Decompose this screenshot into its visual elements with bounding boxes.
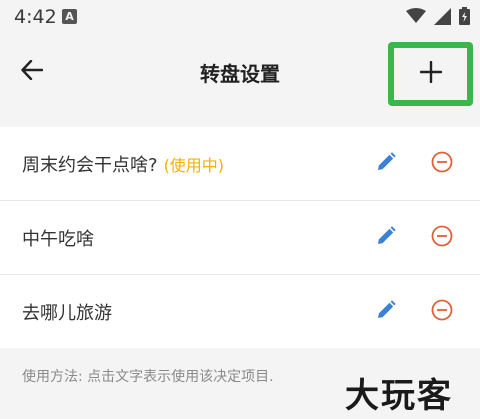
edit-button[interactable] (372, 224, 400, 252)
battery-icon (459, 7, 470, 29)
app-bar: 转盘设置 (0, 34, 480, 114)
list-item-label[interactable]: 去哪儿旅游 (22, 299, 112, 325)
status-time: 4:42 (14, 6, 57, 28)
in-use-badge: (使用中) (163, 155, 225, 175)
list-item[interactable]: 去哪儿旅游 (0, 275, 480, 348)
minus-circle-icon (431, 299, 453, 325)
list-item[interactable]: 中午吃啥 (0, 201, 480, 275)
list-item[interactable]: 周末约会干点啥? (使用中) (0, 127, 480, 201)
pencil-icon (376, 151, 396, 176)
list-item-label[interactable]: 周末约会干点啥? (使用中) (22, 151, 224, 177)
pencil-icon (376, 299, 396, 324)
wifi-icon (406, 8, 426, 28)
remove-button[interactable] (428, 150, 456, 178)
list-item-label[interactable]: 中午吃啥 (22, 225, 94, 251)
status-icons (406, 7, 470, 29)
minus-circle-icon (431, 151, 453, 177)
wheel-list: 周末约会干点啥? (使用中) 中午吃啥 去哪儿旅游 (0, 127, 480, 348)
remove-button[interactable] (428, 224, 456, 252)
add-button[interactable] (388, 42, 473, 106)
signal-icon (434, 7, 451, 29)
edit-button[interactable] (372, 150, 400, 178)
remove-button[interactable] (428, 298, 456, 326)
status-bar: 4:42 A (0, 0, 480, 34)
help-text: 使用方法: 点击文字表示使用该决定项目. (22, 369, 274, 385)
watermark: 大玩客 (345, 376, 453, 416)
minus-circle-icon (431, 225, 453, 251)
edit-button[interactable] (372, 298, 400, 326)
plus-icon (419, 60, 442, 87)
pencil-icon (376, 225, 396, 250)
item-title: 周末约会干点啥? (22, 154, 158, 176)
notification-badge: A (62, 9, 77, 24)
